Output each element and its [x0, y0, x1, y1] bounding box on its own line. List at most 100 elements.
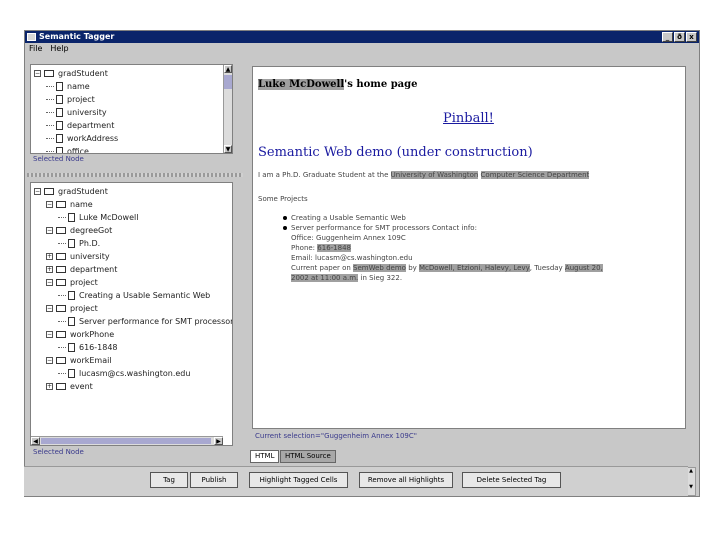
- tree-node-label[interactable]: project: [67, 94, 95, 105]
- tagged-department[interactable]: Computer Science Department: [480, 171, 590, 179]
- menu-file[interactable]: File: [29, 43, 42, 55]
- hscroll-thumb[interactable]: [41, 438, 211, 444]
- collapse-toggle-icon[interactable]: −: [46, 357, 53, 364]
- tree-node-label[interactable]: university: [67, 107, 107, 118]
- tree-node[interactable]: + event: [34, 380, 232, 393]
- tree-node-label[interactable]: workEmail: [70, 355, 112, 366]
- tree-node[interactable]: − name: [34, 198, 232, 211]
- menu-help[interactable]: Help: [50, 43, 68, 55]
- splitter[interactable]: [27, 173, 243, 177]
- tree-node-label[interactable]: name: [67, 81, 90, 92]
- tree-node-label[interactable]: gradStudent: [58, 186, 108, 197]
- scroll-right-arrow-icon[interactable]: ▶: [214, 437, 223, 445]
- collapse-toggle-icon[interactable]: −: [46, 201, 53, 208]
- tag-button[interactable]: Tag: [150, 472, 188, 488]
- tree-node-label[interactable]: Luke McDowell: [79, 212, 138, 223]
- publish-button[interactable]: Publish: [190, 472, 238, 488]
- pinball-link[interactable]: Pinball!: [443, 111, 494, 126]
- tree-node[interactable]: office: [34, 145, 118, 153]
- expand-toggle-icon[interactable]: +: [46, 266, 53, 273]
- collapse-toggle-icon[interactable]: −: [34, 188, 41, 195]
- tree-node-label[interactable]: lucasm@cs.washington.edu: [79, 368, 190, 379]
- tree-node-label[interactable]: event: [70, 381, 93, 392]
- tree-node-label[interactable]: degreeGot: [70, 225, 112, 236]
- collapse-toggle-icon[interactable]: −: [46, 331, 53, 338]
- minimize-button[interactable]: _: [662, 32, 673, 42]
- scroll-up-arrow-icon[interactable]: ▲: [224, 65, 232, 73]
- remove-highlights-button[interactable]: Remove all Highlights: [359, 472, 453, 488]
- tree-node[interactable]: − project: [34, 276, 232, 289]
- tree-node-label[interactable]: Server performance for SMT processors: [79, 316, 232, 327]
- tree-node[interactable]: name: [34, 80, 118, 93]
- tree-node[interactable]: − workPhone: [34, 328, 232, 341]
- collapse-toggle-icon[interactable]: −: [46, 227, 53, 234]
- ontology-tree[interactable]: − gradStudent name project university departm…: [34, 67, 118, 153]
- tree-node[interactable]: lucasm@cs.washington.edu: [34, 367, 232, 380]
- tree-node-label[interactable]: Ph.D.: [79, 238, 100, 249]
- ontology-tree-pane[interactable]: − gradStudent name project university departm…: [30, 64, 233, 154]
- tagged-phone[interactable]: 616-1848: [317, 244, 351, 252]
- instance-tree-pane[interactable]: − gradStudent − name Luke McDowell − degreeGot…: [30, 182, 233, 446]
- tree-node-label[interactable]: workPhone: [70, 329, 114, 340]
- scroll-down-arrow-icon[interactable]: ▼: [687, 484, 695, 490]
- tree-node[interactable]: + department: [34, 263, 232, 276]
- tagged-semweb[interactable]: SemWeb demo: [353, 264, 406, 272]
- paper-line-2: 2002 at 11:00 a.m. in Sieg 322.: [291, 273, 681, 283]
- expand-toggle-icon[interactable]: +: [46, 253, 53, 260]
- instance-tree[interactable]: − gradStudent − name Luke McDowell − degreeGot…: [34, 185, 232, 393]
- highlight-tagged-cells-button[interactable]: Highlight Tagged Cells: [249, 472, 348, 488]
- tree-node[interactable]: − degreeGot: [34, 224, 232, 237]
- instance-tree-hscrollbar[interactable]: ◀ ▶: [31, 436, 223, 445]
- tree-node[interactable]: − gradStudent: [34, 185, 232, 198]
- semweb-link[interactable]: Semantic Web demo (under construction): [258, 145, 533, 160]
- tree-node-label[interactable]: 616-1848: [79, 342, 118, 353]
- tree-node-label[interactable]: department: [70, 264, 117, 275]
- collapse-toggle-icon[interactable]: −: [46, 305, 53, 312]
- tree-node[interactable]: university: [34, 106, 118, 119]
- ontology-tree-scrollbar[interactable]: ▲ ▼: [223, 65, 232, 153]
- tree-node[interactable]: 616-1848: [34, 341, 232, 354]
- tree-node-label[interactable]: name: [70, 199, 93, 210]
- project-link[interactable]: Creating a Usable Semantic Web: [291, 214, 406, 222]
- tree-node[interactable]: + university: [34, 250, 232, 263]
- tree-node-label[interactable]: university: [70, 251, 110, 262]
- tagged-time[interactable]: 11:00 a.m.: [320, 274, 359, 282]
- scroll-left-arrow-icon[interactable]: ◀: [31, 437, 40, 445]
- html-document-pane[interactable]: Luke McDowell's home page Pinball! Seman…: [252, 66, 686, 429]
- scroll-up-arrow-icon[interactable]: ▲: [687, 468, 695, 474]
- tree-node[interactable]: project: [34, 93, 118, 106]
- tree-node[interactable]: Luke McDowell: [34, 211, 232, 224]
- tree-node-label[interactable]: department: [67, 120, 114, 131]
- tree-node[interactable]: − workEmail: [34, 354, 232, 367]
- tagged-authors[interactable]: McDowell, Etzioni, Halevy, Levy: [419, 264, 530, 272]
- tree-node-label[interactable]: workAddress: [67, 133, 118, 144]
- tagged-year[interactable]: 2002 at: [291, 274, 321, 282]
- maximize-button[interactable]: ð: [674, 32, 685, 42]
- tree-node-label[interactable]: project: [70, 277, 98, 288]
- tree-node[interactable]: Server performance for SMT processors: [34, 315, 232, 328]
- tree-node[interactable]: − gradStudent: [34, 67, 118, 80]
- scroll-thumb[interactable]: [224, 75, 232, 89]
- scroll-down-arrow-icon[interactable]: ▼: [224, 145, 232, 153]
- delete-selected-tag-button[interactable]: Delete Selected Tag: [462, 472, 561, 488]
- collapse-toggle-icon[interactable]: −: [34, 70, 41, 77]
- button-bar: Tag Publish Highlight Tagged Cells Remov…: [24, 466, 688, 496]
- tree-node[interactable]: − project: [34, 302, 232, 315]
- tagged-name-highlight[interactable]: Luke McDowell: [258, 79, 345, 90]
- expand-toggle-icon[interactable]: +: [46, 383, 53, 390]
- tagged-university[interactable]: University of Washington: [390, 171, 479, 179]
- collapse-toggle-icon[interactable]: −: [46, 279, 53, 286]
- tagged-date[interactable]: August 20,: [564, 264, 603, 272]
- tree-node[interactable]: Creating a Usable Semantic Web: [34, 289, 232, 302]
- tree-node[interactable]: Ph.D.: [34, 237, 232, 250]
- tree-node[interactable]: workAddress: [34, 132, 118, 145]
- tab-html-source[interactable]: HTML Source: [280, 450, 336, 463]
- project-link[interactable]: Server performance for SMT processors: [291, 224, 430, 232]
- tree-node-label[interactable]: gradStudent: [58, 68, 108, 79]
- tree-node[interactable]: department: [34, 119, 118, 132]
- tree-node-label[interactable]: Creating a Usable Semantic Web: [79, 290, 210, 301]
- tree-node-label[interactable]: project: [70, 303, 98, 314]
- tab-html[interactable]: HTML: [250, 450, 280, 463]
- close-button[interactable]: x: [686, 32, 697, 42]
- tree-node-label[interactable]: office: [67, 146, 89, 153]
